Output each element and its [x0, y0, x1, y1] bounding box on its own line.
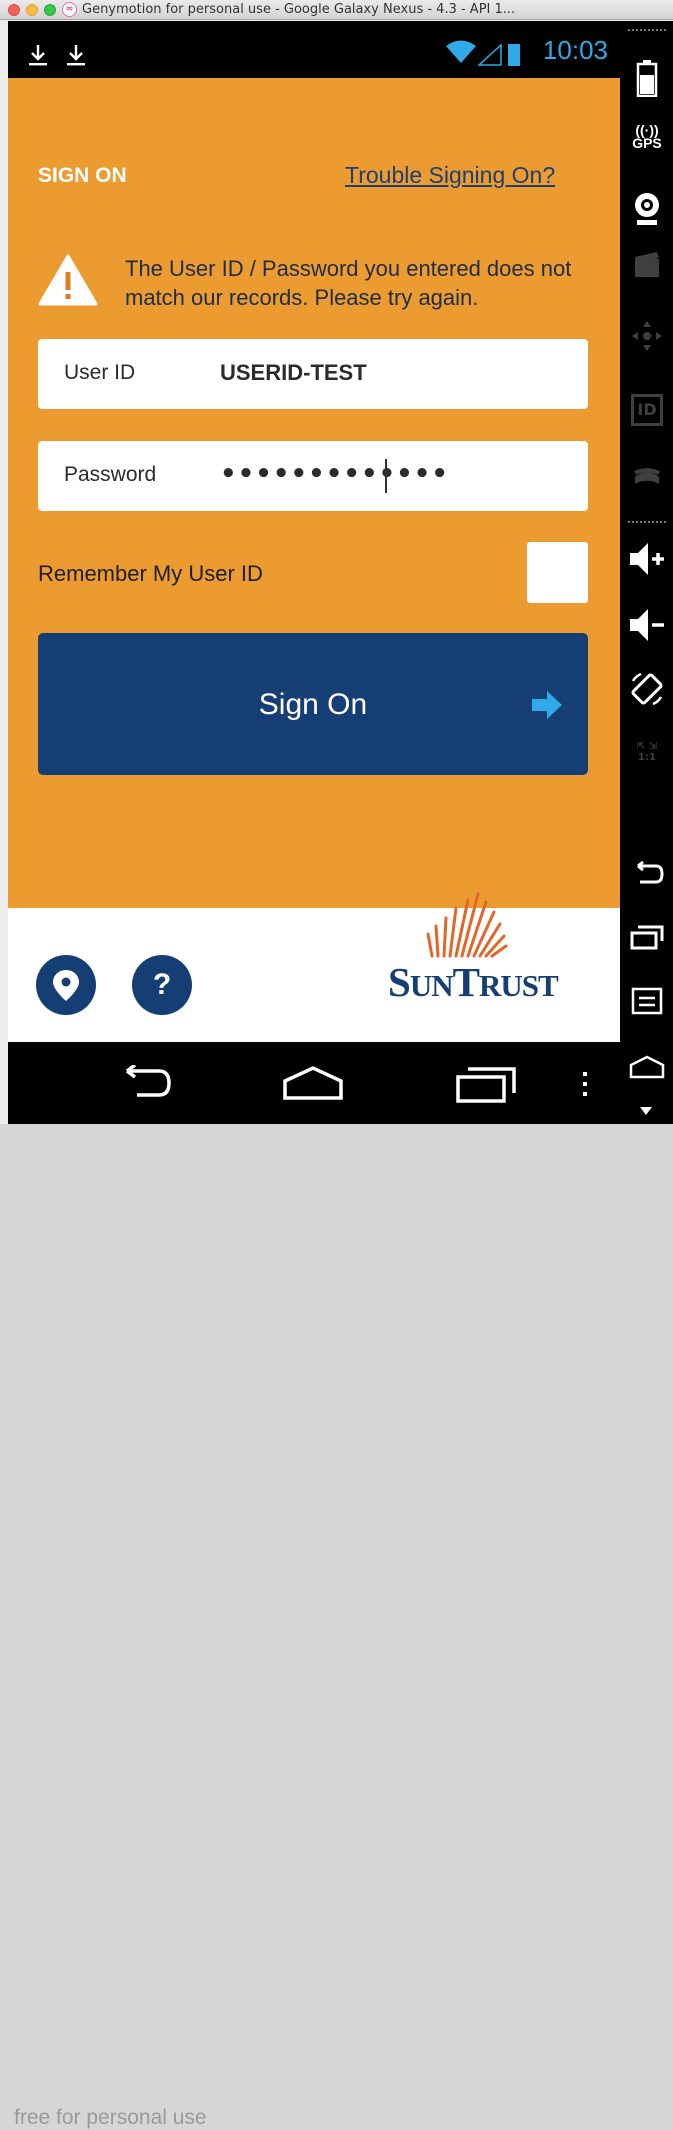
device-screen: 10:03 SIGN ON Trouble Signing On? The Us… [8, 21, 620, 2129]
window-title: Genymotion for personal use - Google Gal… [82, 2, 516, 17]
network-icon[interactable] [632, 457, 662, 487]
back-icon[interactable] [113, 1065, 173, 1101]
gps-icon: ((·)) [635, 122, 659, 138]
pixel-perfect-icon: ⇱ ⇲ [636, 741, 658, 752]
wifi-icon [446, 40, 476, 63]
back-icon[interactable] [630, 861, 664, 887]
user-id-label: User ID [64, 361, 136, 384]
window-titlebar: ∞ Genymotion for personal use - Google G… [0, 0, 673, 20]
home-icon[interactable] [629, 1055, 665, 1079]
menu-icon[interactable] [631, 987, 663, 1015]
logo-letter: T [452, 959, 480, 1005]
volume-down-icon[interactable] [628, 607, 666, 643]
page-title: SIGN ON [38, 164, 127, 187]
gps-label: GPS [632, 135, 662, 151]
chevron-down-icon[interactable] [640, 1107, 652, 1115]
dpad-icon[interactable] [630, 319, 664, 353]
genymotion-window: ∞ Genymotion for personal use - Google G… [0, 0, 673, 2129]
battery-icon [508, 44, 520, 66]
gps-widget-button[interactable]: ((·)) GPS [624, 122, 670, 151]
suntrust-logo: SUNTRUST [388, 958, 559, 1006]
user-id-value[interactable]: USERID-TEST [220, 360, 367, 386]
download-icon [29, 45, 47, 66]
battery-widget-icon[interactable] [636, 59, 658, 97]
home-icon[interactable] [282, 1065, 344, 1101]
help-button[interactable]: ? [132, 955, 192, 1015]
pixel-perfect-button[interactable]: ⇱ ⇲ 1:1 [624, 741, 670, 763]
remember-user-id-checkbox[interactable] [527, 542, 588, 603]
sign-on-button-label: Sign On [258, 688, 368, 721]
location-button[interactable] [36, 955, 96, 1015]
device-id-label: ID [637, 400, 657, 419]
volume-up-icon[interactable] [628, 541, 666, 577]
watermark-text: free for personal use [14, 2106, 207, 2129]
recents-icon[interactable] [456, 1065, 518, 1103]
rotate-icon[interactable] [629, 671, 665, 707]
remember-user-id-label: Remember My User ID [38, 561, 263, 586]
error-message: The User ID / Password you entered does … [125, 256, 572, 310]
android-nav-bar: free for personal use [8, 1042, 620, 2129]
location-pin-icon [53, 970, 79, 1001]
status-clock: 10:03 [542, 35, 608, 65]
arrow-right-icon [532, 691, 562, 719]
minimize-window-button[interactable] [26, 4, 38, 16]
password-label: Password [64, 463, 157, 486]
close-window-button[interactable] [8, 4, 20, 16]
webcam-icon[interactable] [632, 191, 662, 227]
text-caret [385, 459, 387, 493]
pixel-perfect-label: 1:1 [638, 752, 656, 763]
download-icon [67, 45, 85, 66]
password-field[interactable]: Password ••••••••••••• [38, 441, 588, 511]
device-id-button[interactable]: ID [631, 394, 663, 426]
overflow-menu-icon[interactable] [580, 1070, 590, 1098]
trouble-signing-on-link[interactable]: Trouble Signing On? [345, 162, 555, 189]
genymotion-toolbar: ((·)) GPS ID ⇱ ⇲ 1:1 [620, 21, 673, 1124]
logo-letters: UN [409, 968, 454, 1003]
warning-icon [38, 254, 98, 306]
logo-letters: RUST [478, 968, 559, 1003]
sign-on-button[interactable]: Sign On [38, 633, 588, 775]
suntrust-sun-logo [426, 892, 508, 958]
logo-letter: S [388, 959, 411, 1005]
user-id-field[interactable]: User ID USERID-TEST [38, 339, 588, 409]
password-value[interactable]: ••••••••••••• [220, 459, 449, 489]
help-icon: ? [152, 968, 172, 1001]
genymotion-app-icon: ∞ [62, 2, 77, 17]
screencast-icon[interactable] [632, 249, 662, 279]
android-status-bar: 10:03 [8, 21, 620, 78]
toolbar-grip [628, 29, 666, 33]
panel-curve [8, 848, 620, 901]
recents-icon[interactable] [630, 923, 664, 951]
toolbar-grip [628, 521, 666, 525]
zoom-window-button[interactable] [44, 4, 56, 16]
signal-icon [478, 44, 502, 66]
suntrust-app: SIGN ON Trouble Signing On? The User ID … [8, 78, 620, 1042]
